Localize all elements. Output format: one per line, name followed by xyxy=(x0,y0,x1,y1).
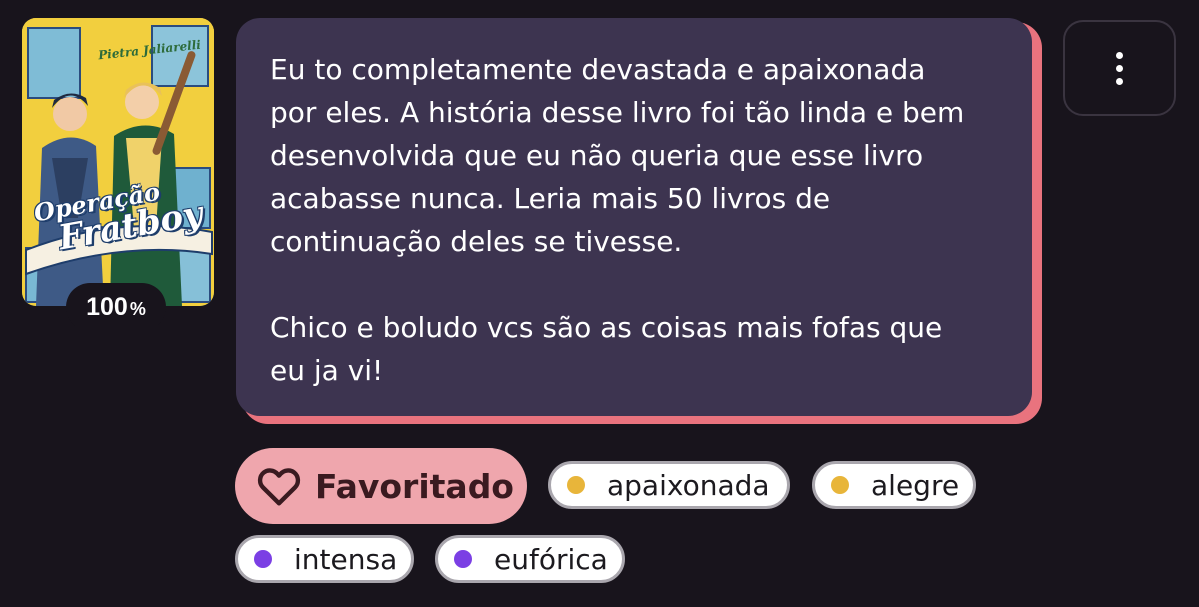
review-card: Pietra Jaliarelli Operação Fratboy 100 %… xyxy=(0,0,1199,607)
favorite-label: Favoritado xyxy=(315,466,514,506)
mood-label: apaixonada xyxy=(607,468,770,502)
progress-unit: % xyxy=(129,298,146,319)
mood-label: alegre xyxy=(871,468,960,502)
reading-progress-badge: 100 % xyxy=(66,283,166,331)
mood-dot xyxy=(567,476,585,494)
review-text: Eu to completamente devastada e apaixona… xyxy=(270,53,965,387)
mood-dot xyxy=(454,550,472,568)
mood-label: intensa xyxy=(294,542,398,576)
review-bubble: Eu to completamente devastada e apaixona… xyxy=(236,18,1032,416)
mood-dot xyxy=(254,550,272,568)
progress-number: 100 xyxy=(86,292,128,321)
cover-illustration xyxy=(22,18,214,306)
options-button[interactable] xyxy=(1063,20,1176,116)
favorite-button[interactable]: Favoritado xyxy=(235,448,527,524)
more-vertical-icon xyxy=(1116,51,1123,85)
mood-chip-apaixonada[interactable]: apaixonada xyxy=(548,461,790,509)
mood-chip-alegre[interactable]: alegre xyxy=(812,461,976,509)
mood-chip-euforica[interactable]: eufórica xyxy=(435,535,625,583)
mood-dot xyxy=(831,476,849,494)
mood-chip-intensa[interactable]: intensa xyxy=(235,535,414,583)
heart-outline-icon xyxy=(257,468,301,506)
book-cover[interactable]: Pietra Jaliarelli Operação Fratboy xyxy=(22,18,214,306)
mood-label: eufórica xyxy=(494,542,608,576)
